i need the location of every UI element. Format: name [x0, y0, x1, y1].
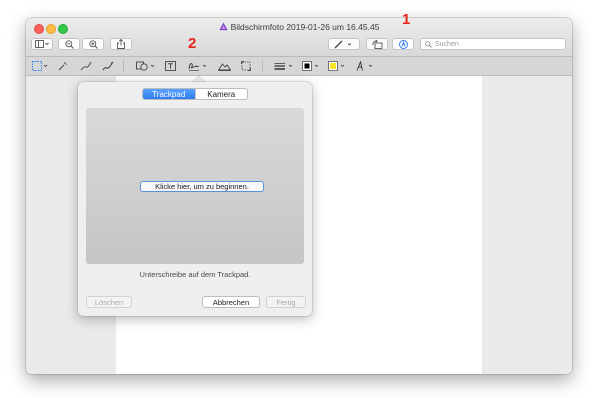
- pen-menu-button[interactable]: [328, 38, 360, 50]
- sign-menu-button[interactable]: [188, 60, 210, 72]
- sidebar-toggle-button[interactable]: [31, 38, 53, 50]
- tab-trackpad[interactable]: Trackpad: [143, 89, 195, 99]
- adjust-size-icon: [241, 61, 251, 71]
- clear-button[interactable]: Löschen: [86, 296, 132, 308]
- instant-alpha-icon: [58, 61, 68, 71]
- text-style-icon: [356, 61, 373, 71]
- border-color-icon: [302, 61, 319, 71]
- zoom-in-icon: [88, 39, 98, 49]
- zoom-in-button[interactable]: [82, 38, 104, 50]
- cancel-button[interactable]: Abbrechen: [202, 296, 260, 308]
- pen-icon: [334, 40, 352, 48]
- sketch-button[interactable]: [80, 60, 92, 72]
- zoom-out-button[interactable]: [58, 38, 80, 50]
- signature-hint-text: Unterschreibe auf dem Trackpad.: [139, 270, 251, 279]
- window-title: Bildschirmfoto 2019-01-26 um 16.45.45: [26, 22, 572, 32]
- fill-color-menu-button[interactable]: [328, 60, 348, 72]
- shape-style-menu-button[interactable]: [274, 60, 296, 72]
- toolbar-separator: [123, 60, 124, 72]
- markup-toolbar-button[interactable]: [392, 38, 414, 50]
- shape-style-icon: [274, 63, 293, 70]
- shapes-icon: [136, 61, 155, 71]
- signature-pad[interactable]: Klicke hier, um zu beginnen.: [86, 108, 304, 264]
- right-gutter: [482, 76, 572, 374]
- share-icon: [117, 39, 125, 49]
- click-to-begin-button[interactable]: Klicke hier, um zu beginnen.: [140, 181, 264, 192]
- draw-button[interactable]: [102, 60, 114, 72]
- draw-icon: [102, 61, 114, 71]
- tab-camera[interactable]: Kamera: [194, 89, 248, 99]
- search-field[interactable]: Suchen: [420, 38, 566, 50]
- adjust-size-button[interactable]: [241, 60, 251, 72]
- rotate-button[interactable]: [366, 38, 388, 50]
- window-title-text: Bildschirmfoto 2019-01-26 um 16.45.45: [230, 22, 380, 32]
- shapes-menu-button[interactable]: [136, 60, 158, 72]
- adjust-color-icon: [218, 63, 231, 71]
- markup-icon: [398, 39, 408, 49]
- search-icon: [425, 40, 432, 48]
- fill-color-icon: [328, 61, 345, 71]
- toolbar-separator: [262, 60, 263, 72]
- rectangular-selection-icon: [32, 61, 48, 71]
- preview-app-icon: [219, 22, 228, 31]
- border-color-menu-button[interactable]: [302, 60, 322, 72]
- adjust-color-button[interactable]: [218, 60, 231, 72]
- markup-toolbar: [26, 57, 572, 76]
- search-placeholder: Suchen: [435, 40, 459, 48]
- callout-number-2: 2: [188, 35, 197, 52]
- rotate-icon: [372, 39, 382, 49]
- text-style-menu-button[interactable]: [356, 60, 376, 72]
- text-button[interactable]: [165, 60, 176, 72]
- instant-alpha-button[interactable]: [58, 60, 68, 72]
- title-bar: Bildschirmfoto 2019-01-26 um 16.45.45 Su…: [26, 18, 572, 57]
- text-icon: [165, 61, 176, 71]
- signature-popover: Trackpad Kamera Klicke hier, um zu begin…: [78, 82, 312, 316]
- callout-number-1: 1: [402, 11, 411, 28]
- sketch-icon: [80, 61, 92, 71]
- selection-tools-button[interactable]: [32, 60, 50, 72]
- signature-source-tabs: Trackpad Kamera: [142, 88, 248, 100]
- zoom-out-icon: [64, 39, 74, 49]
- sign-icon: [188, 63, 207, 71]
- sidebar-toggle-icon: [35, 40, 49, 48]
- share-button[interactable]: [110, 38, 132, 50]
- done-button[interactable]: Fertig: [266, 296, 306, 308]
